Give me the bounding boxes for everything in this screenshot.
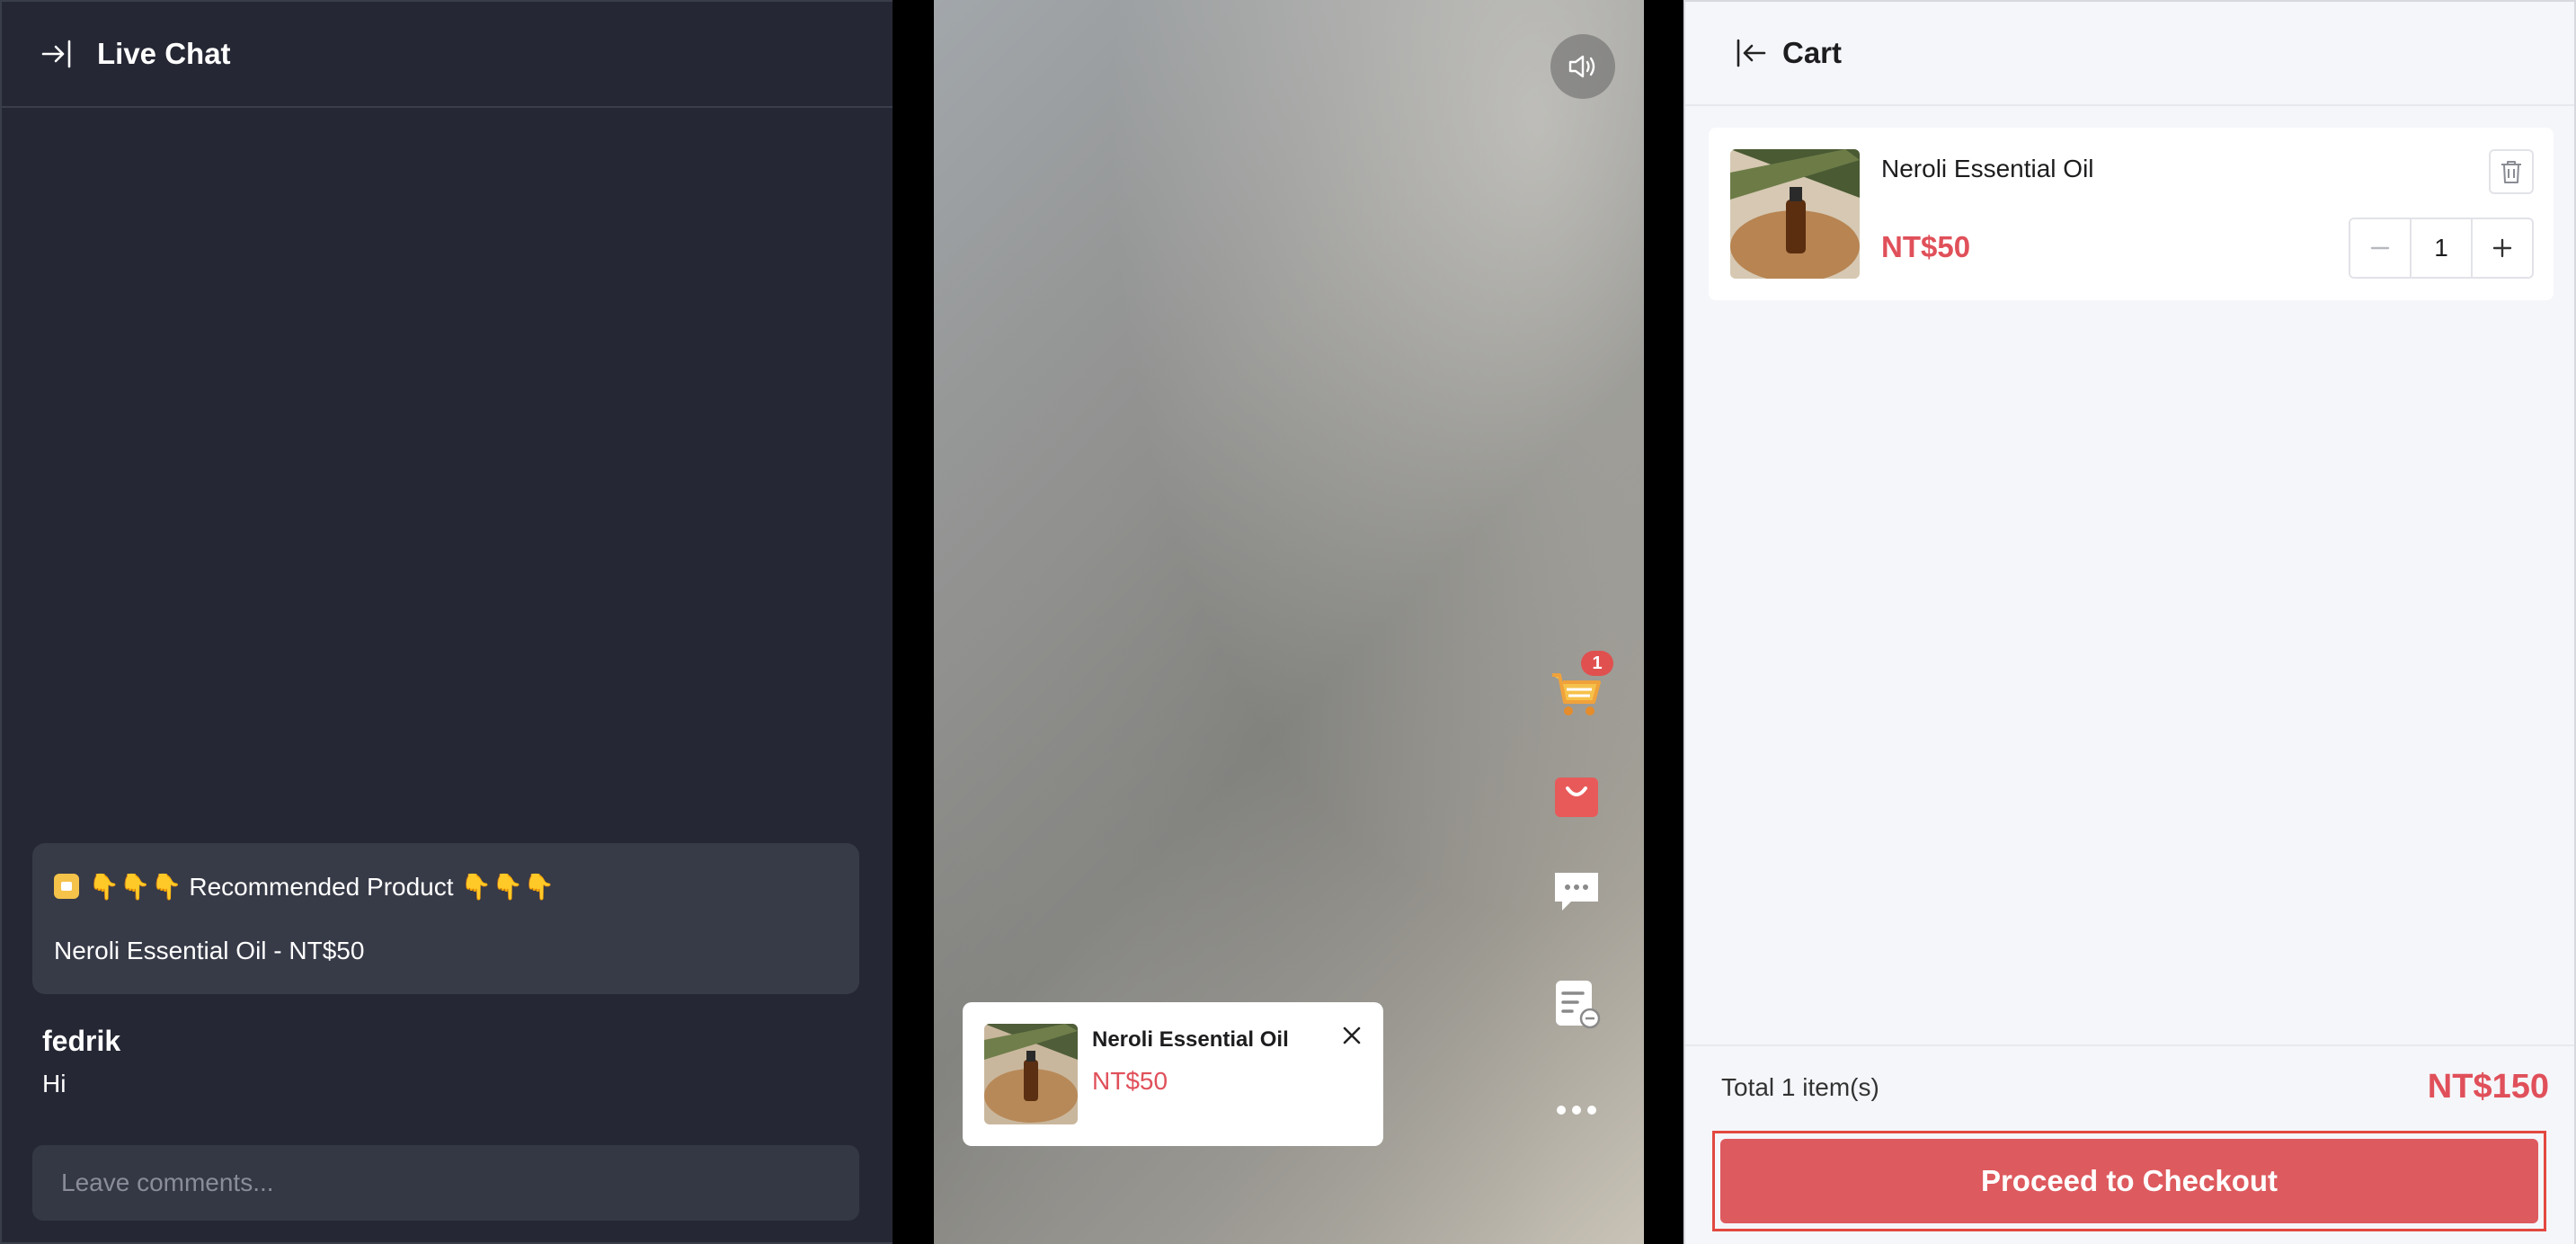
quantity-value[interactable]: 1 [2410, 219, 2473, 277]
minus-icon [2370, 246, 2390, 250]
cart-count-badge: 1 [1581, 651, 1613, 676]
cart-item-thumbnail [1730, 149, 1860, 279]
app-root: Live Chat 👇👇👇 Recommended Product 👇👇👇 Ne… [0, 0, 2576, 1244]
recommended-title: 👇👇👇 Recommended Product 👇👇👇 [88, 872, 555, 901]
trash-icon[interactable] [2489, 149, 2534, 194]
live-chat-panel: Live Chat 👇👇👇 Recommended Product 👇👇👇 Ne… [0, 0, 893, 1244]
increase-quantity-button[interactable] [2473, 219, 2532, 277]
chat-bubble-icon[interactable] [1547, 863, 1606, 922]
total-price: NT$150 [2427, 1068, 2549, 1106]
product-name: Neroli Essential Oil [1092, 1027, 1289, 1052]
speaker-icon [1568, 55, 1595, 78]
product-price: NT$50 [1092, 1067, 1168, 1095]
recommended-product-message: 👇👇👇 Recommended Product 👇👇👇 Neroli Essen… [32, 843, 859, 994]
cart-item-name: Neroli Essential Oil [1881, 155, 2094, 182]
sound-toggle-button[interactable] [1550, 34, 1615, 99]
plus-icon [2492, 238, 2512, 258]
recommended-header: 👇👇👇 Recommended Product 👇👇👇 [54, 866, 838, 906]
cart-footer: Total 1 item(s) NT$150 Proceed to Checko… [1685, 1044, 2574, 1244]
checkout-highlight: Proceed to Checkout [1712, 1131, 2546, 1231]
cart-panel: Cart Neroli Essential Oil NT$50 1 Total … [1683, 0, 2576, 1244]
cart-item-price: NT$50 [1881, 230, 1971, 263]
decrease-quantity-button[interactable] [2350, 219, 2410, 277]
comment-text: Hi [42, 1070, 67, 1097]
product-info: Neroli Essential Oil NT$50 [1092, 1024, 1289, 1124]
shopping-bag-icon[interactable] [1547, 766, 1606, 825]
chat-title: Live Chat [97, 37, 231, 70]
proceed-to-checkout-button[interactable]: Proceed to Checkout [1720, 1139, 2538, 1223]
collapse-right-icon[interactable] [40, 36, 76, 72]
recommended-product-text: Neroli Essential Oil - NT$50 [54, 937, 365, 964]
quantity-stepper: 1 [2349, 218, 2534, 279]
cart-header: Cart [1685, 2, 2574, 106]
order-list-icon[interactable] [1547, 974, 1606, 1034]
product-popup[interactable]: Neroli Essential Oil NT$50 [963, 1002, 1383, 1146]
cart-icon[interactable]: 1 [1547, 651, 1613, 723]
shop-badge-icon [54, 874, 79, 899]
live-video[interactable]: 1 Neroli Essential Oil NT$50 [934, 0, 1644, 1244]
collapse-left-icon[interactable] [1732, 35, 1768, 71]
cart-title: Cart [1782, 36, 1843, 69]
comment-username: fedrik [42, 1025, 121, 1057]
close-icon[interactable] [1338, 1022, 1365, 1049]
chat-header: Live Chat [2, 2, 893, 108]
product-thumbnail [984, 1024, 1078, 1124]
comment-input[interactable] [32, 1145, 859, 1221]
cart-item: Neroli Essential Oil NT$50 1 [1709, 128, 2554, 300]
total-items-label: Total 1 item(s) [1721, 1073, 1879, 1101]
more-options-icon[interactable] [1547, 1080, 1606, 1140]
